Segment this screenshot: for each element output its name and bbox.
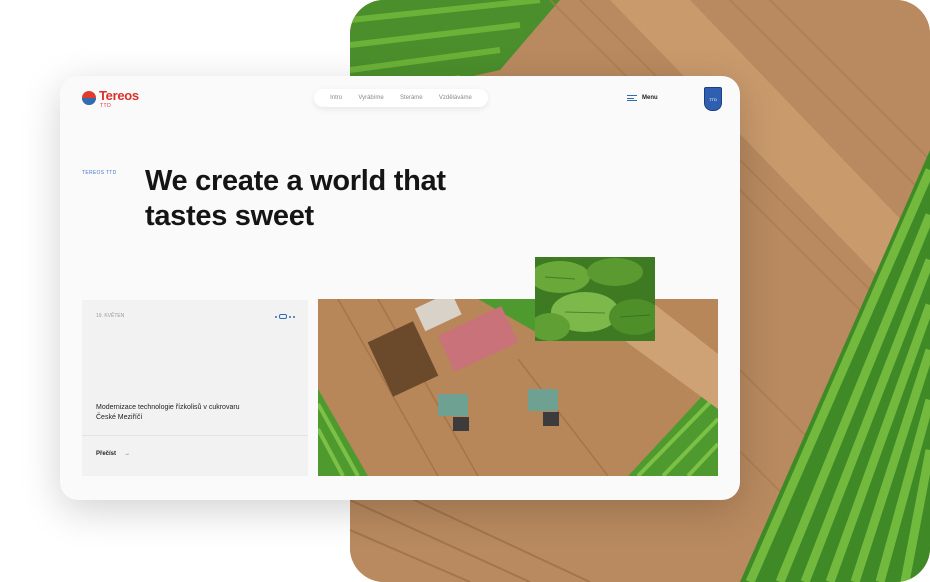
- crest-badge: TTD: [704, 87, 722, 111]
- arrow-right-icon: →: [124, 451, 131, 457]
- website-preview-card: Tereos TTD Intro Vyrábíme Steráme Vzdělá…: [60, 76, 740, 500]
- hero-eyebrow: TEREOS TTD: [82, 170, 117, 176]
- carousel-dot[interactable]: [293, 315, 295, 318]
- brand-name: Tereos: [99, 88, 139, 103]
- nav-item-vyrabime[interactable]: Vyrábíme: [358, 95, 383, 101]
- news-card: 19. KVĚTEN Modernizace technologie řízko…: [82, 300, 308, 476]
- tractor-field-photo: [318, 299, 718, 476]
- tereos-logo[interactable]: Tereos TTD: [82, 89, 139, 109]
- sugar-beet-leaves-photo: [535, 257, 655, 341]
- carousel-dot[interactable]: [275, 315, 277, 318]
- carousel-dot-active[interactable]: [279, 314, 287, 319]
- main-nav: Intro Vyrábíme Steráme Vzděláváme: [314, 89, 488, 107]
- menu-label: Menu: [642, 95, 658, 101]
- nav-item-vzdelavame[interactable]: Vzděláváme: [439, 95, 472, 101]
- read-more-label: Přečíst: [96, 451, 117, 457]
- tereos-logo-icon: [82, 91, 96, 105]
- divider: [82, 435, 308, 436]
- nav-item-intro[interactable]: Intro: [330, 95, 342, 101]
- news-date: 19. KVĚTEN: [96, 313, 125, 319]
- read-more-link[interactable]: Přečíst →: [96, 451, 130, 457]
- brand-sub: TTD: [100, 103, 112, 109]
- menu-button[interactable]: Menu: [627, 95, 658, 101]
- hero-headline: We create a world that tastes sweet: [145, 165, 446, 232]
- crest-text: TTD: [709, 96, 717, 102]
- nav-item-sterame[interactable]: Steráme: [400, 95, 423, 101]
- carousel-dot[interactable]: [289, 315, 291, 318]
- carousel-dots[interactable]: [275, 314, 295, 319]
- hamburger-icon: [627, 95, 637, 101]
- news-title: Modernizace technologie řízkolisů v cukr…: [96, 404, 240, 421]
